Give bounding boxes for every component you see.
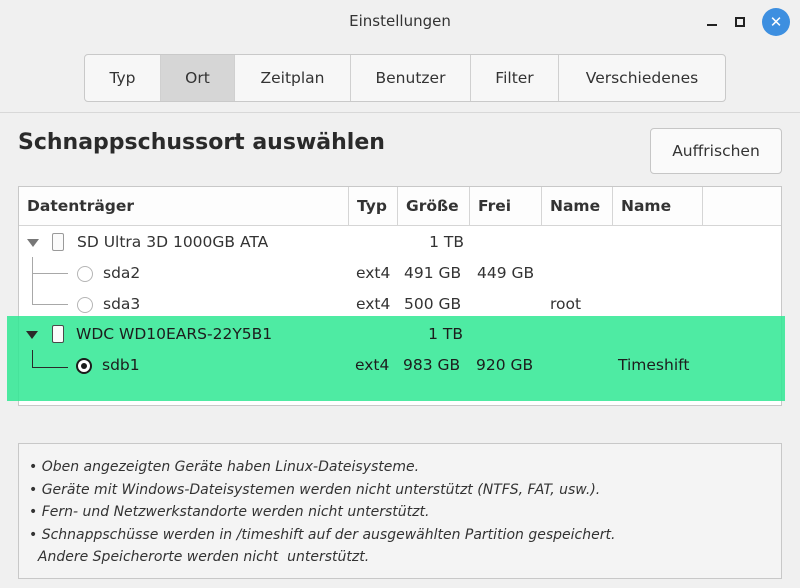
refresh-button[interactable]: Auffrischen: [650, 128, 782, 174]
radio-icon[interactable]: [77, 266, 93, 282]
maximize-icon: [735, 17, 745, 27]
radio-icon[interactable]: [77, 297, 93, 313]
device-size: 1 TB: [429, 233, 464, 251]
header-divider: [0, 112, 800, 113]
table-row[interactable]: SD Ultra 3D 1000GB ATA 1 TB: [19, 227, 781, 258]
note-line: • Oben angezeigten Geräte haben Linux-Da…: [29, 459, 420, 475]
note-line: • Schnappschüsse werden in /timeshift au…: [29, 526, 616, 543]
chevron-down-icon[interactable]: [27, 239, 39, 247]
minimize-icon: [707, 24, 717, 26]
device-type: ext4: [355, 356, 390, 374]
column-header-frei[interactable]: Frei: [470, 187, 542, 225]
disk-icon: [52, 233, 64, 251]
tab-typ[interactable]: Typ: [85, 55, 161, 101]
radio-icon[interactable]: [76, 358, 92, 374]
tab-benutzer[interactable]: Benutzer: [351, 55, 471, 101]
column-header-datentraeger[interactable]: Datenträger: [19, 187, 349, 225]
tab-verschiedenes[interactable]: Verschiedenes: [559, 55, 725, 101]
device-type: ext4: [356, 264, 391, 282]
device-free: 449 GB: [477, 264, 535, 282]
info-notes: • Oben angezeigten Geräte haben Linux-Da…: [18, 443, 782, 579]
device-name: sda2: [103, 264, 141, 282]
window-title: Einstellungen: [349, 12, 451, 30]
note-line: • Geräte mit Windows-Dateisystemen werde…: [29, 481, 601, 498]
table-row[interactable]: sda2 ext4 491 GB 449 GB: [19, 258, 781, 289]
tab-bar: Typ Ort Zeitplan Benutzer Filter Verschi…: [84, 54, 726, 102]
note-line: • Fern- und Netzwerkstandorte werden nic…: [29, 504, 430, 520]
device-label: Timeshift: [618, 356, 690, 374]
column-header-name-2[interactable]: Name: [613, 187, 703, 225]
tab-zeitplan[interactable]: Zeitplan: [235, 55, 351, 101]
page-title: Schnappschussort auswählen: [18, 130, 385, 155]
close-button[interactable]: ✕: [762, 8, 790, 36]
tab-filter[interactable]: Filter: [471, 55, 559, 101]
chevron-down-icon[interactable]: [26, 331, 38, 339]
device-name: sdb1: [102, 356, 140, 374]
minimize-button[interactable]: [700, 10, 724, 34]
column-header-groesse[interactable]: Größe: [398, 187, 470, 225]
device-name: SD Ultra 3D 1000GB ATA: [77, 233, 269, 251]
device-size: 1 TB: [428, 325, 463, 343]
note-line: Andere Speicherorte werden nicht unterst…: [29, 549, 370, 565]
tab-ort[interactable]: Ort: [161, 55, 235, 101]
column-header-name[interactable]: Name: [542, 187, 613, 225]
table-header: Datenträger Typ Größe Frei Name Name: [19, 187, 781, 226]
device-name: WDC WD10EARS-22Y5B1: [76, 325, 273, 343]
title-bar: Einstellungen ✕: [0, 0, 800, 44]
maximize-button[interactable]: [728, 10, 752, 34]
disk-icon: [52, 325, 64, 343]
table-row[interactable]: sdb1 ext4 983 GB 920 GB Timeshift: [19, 350, 781, 381]
close-icon: ✕: [769, 13, 783, 31]
device-size: 983 GB: [403, 356, 461, 374]
table-row[interactable]: WDC WD10EARS-22Y5B1 1 TB: [19, 319, 781, 350]
device-free: 920 GB: [476, 356, 534, 374]
column-header-typ[interactable]: Typ: [349, 187, 398, 225]
device-size: 491 GB: [404, 264, 462, 282]
